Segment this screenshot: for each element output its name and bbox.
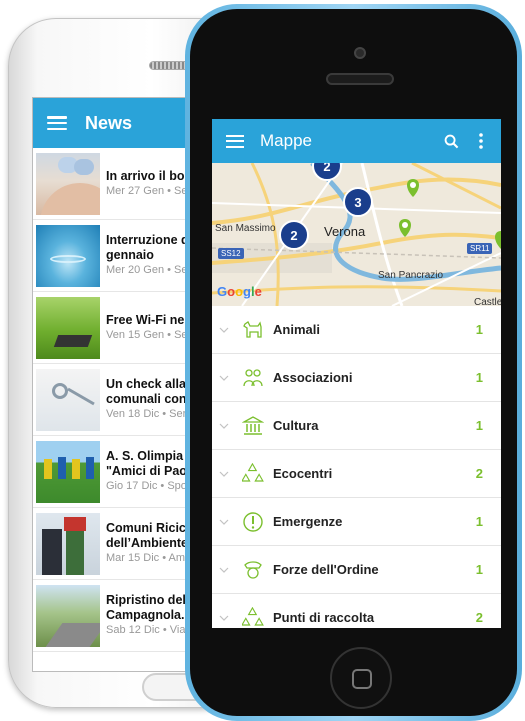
category-label: Punti di raccolta xyxy=(273,610,375,625)
news-thumbnail xyxy=(36,440,100,503)
recycle-icon xyxy=(241,462,265,486)
chevron-down-icon xyxy=(219,615,231,621)
category-count: 1 xyxy=(475,562,483,577)
police-icon xyxy=(241,558,265,582)
category-row-animali[interactable]: Animali 1 xyxy=(212,306,501,354)
chevron-down-icon xyxy=(219,423,231,429)
dog-icon xyxy=(241,318,265,342)
maps-screen: Mappe 2 3 2 San Massimo Verona San Pancr… xyxy=(212,119,501,628)
news-item-meta: Ven 18 Dic • Servi xyxy=(106,408,195,420)
chevron-down-icon xyxy=(219,567,231,573)
chevron-down-icon xyxy=(219,471,231,477)
chevron-down-icon xyxy=(219,519,231,525)
front-camera xyxy=(354,47,366,59)
map-view[interactable]: 2 3 2 San Massimo Verona San Pancrazio C… xyxy=(212,163,501,306)
category-label: Animali xyxy=(273,322,320,337)
news-thumbnail xyxy=(36,584,100,647)
news-thumbnail xyxy=(36,368,100,431)
maps-title: Mappe xyxy=(260,131,312,150)
google-logo: Google xyxy=(217,284,262,299)
recycle-icon xyxy=(241,606,265,629)
iphone-bezel: Mappe 2 3 2 San Massimo Verona San Pancr… xyxy=(190,9,517,716)
category-row-forze-dell-ordine[interactable]: Forze dell'Ordine 1 xyxy=(212,546,501,594)
menu-icon[interactable] xyxy=(47,116,67,130)
iphone: Mappe 2 3 2 San Massimo Verona San Pancr… xyxy=(185,4,522,721)
category-row-emergenze[interactable]: Emergenze 1 xyxy=(212,498,501,546)
news-item-title-line2: gennaio xyxy=(106,248,154,262)
news-thumbnail xyxy=(36,512,100,575)
category-label: Emergenze xyxy=(273,514,343,529)
category-count: 1 xyxy=(475,514,483,529)
category-count: 1 xyxy=(475,322,483,337)
map-label-city: Verona xyxy=(324,224,366,239)
category-label: Forze dell'Ordine xyxy=(273,562,379,577)
news-thumbnail xyxy=(36,224,100,287)
alert-icon xyxy=(241,510,265,534)
map-label: San Pancrazio xyxy=(378,270,444,281)
road-sign: SR11 xyxy=(467,243,493,254)
chevron-down-icon xyxy=(219,375,231,381)
category-count: 1 xyxy=(475,418,483,433)
category-label: Ecocentri xyxy=(273,466,333,481)
maps-app-bar: Mappe xyxy=(212,119,501,163)
people-icon xyxy=(241,366,265,390)
category-count: 2 xyxy=(475,466,483,481)
news-item-title: Ripristino della xyxy=(106,593,197,607)
category-count: 2 xyxy=(475,610,483,625)
search-icon[interactable] xyxy=(443,131,459,151)
category-label: Cultura xyxy=(273,418,319,433)
chevron-down-icon xyxy=(219,327,231,333)
museum-icon xyxy=(241,414,265,438)
more-vertical-icon[interactable] xyxy=(473,131,489,151)
map-label: Castle xyxy=(474,297,501,306)
map-cluster[interactable]: 3 xyxy=(343,187,373,217)
category-label: Associazioni xyxy=(273,370,353,385)
iphone-home-button[interactable] xyxy=(330,647,392,709)
category-list: Animali 1 Associazioni 1 Cultura 1 Ecoce… xyxy=(212,306,501,628)
news-thumbnail xyxy=(36,152,100,215)
news-item-meta: Mer 20 Gen • Ser xyxy=(106,264,192,276)
news-item-title-line2: comunali contr xyxy=(106,392,196,406)
news-title: News xyxy=(85,112,133,133)
category-row-ecocentri[interactable]: Ecocentri 2 xyxy=(212,450,501,498)
news-thumbnail xyxy=(36,296,100,359)
road-sign: SS12 xyxy=(218,248,244,259)
map-cluster[interactable]: 2 xyxy=(279,220,309,250)
category-row-associazioni[interactable]: Associazioni 1 xyxy=(212,354,501,402)
map-label: San Massimo xyxy=(215,223,276,234)
category-row-cultura[interactable]: Cultura 1 xyxy=(212,402,501,450)
news-item-title: Interruzione de xyxy=(106,233,196,247)
earpiece xyxy=(326,73,394,85)
category-count: 1 xyxy=(475,370,483,385)
news-item-title: Un check alla ti xyxy=(106,377,198,391)
news-item-meta: Sab 12 Dic • Viabi xyxy=(106,624,195,636)
menu-icon[interactable] xyxy=(226,134,244,148)
category-row-punti-di-raccolta[interactable]: Punti di raccolta 2 xyxy=(212,594,501,628)
news-item-title-line2: Campagnola. D xyxy=(106,608,197,622)
